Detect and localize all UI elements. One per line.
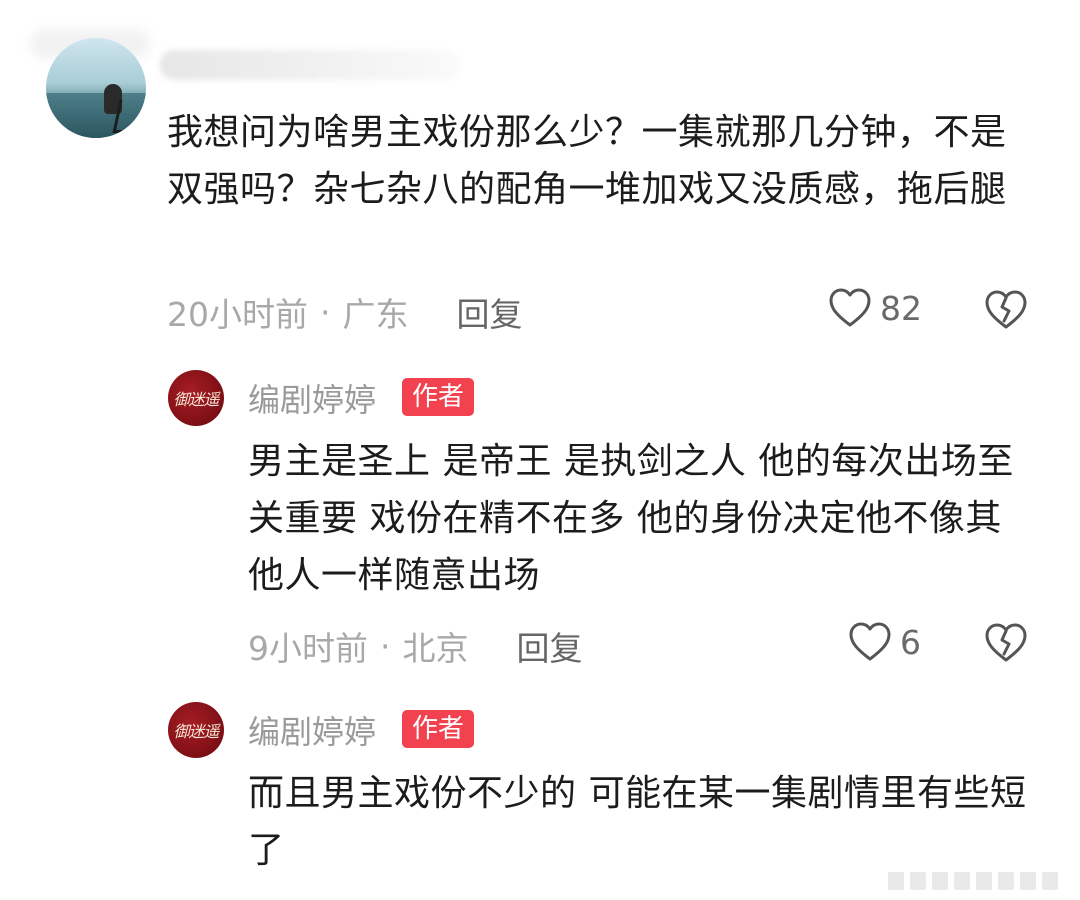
comment-meta: 20小时前 · 广东 回复 bbox=[167, 288, 523, 336]
heart-outline-icon bbox=[849, 622, 891, 661]
reply-text: 男主是圣上 是帝王 是执剑之人 他的每次出场至关重要 戏份在精不在多 他的身份决… bbox=[248, 441, 1014, 596]
author-badge: 作者 bbox=[402, 710, 475, 748]
dislike-button[interactable] bbox=[983, 622, 1029, 668]
dislike-button[interactable] bbox=[983, 289, 1029, 335]
like-button[interactable]: 6 bbox=[848, 621, 921, 663]
author-avatar[interactable]: 御迷遥 bbox=[168, 702, 224, 758]
author-name[interactable]: 编剧婷婷 bbox=[248, 375, 376, 421]
broken-heart-icon bbox=[985, 290, 1027, 329]
avatar-chair bbox=[112, 100, 146, 133]
meta-separator: · bbox=[320, 292, 331, 332]
author-name[interactable]: 编剧婷婷 bbox=[248, 707, 376, 753]
like-count: 82 bbox=[880, 288, 922, 328]
reply-button[interactable]: 回复 bbox=[457, 288, 523, 336]
commenter-avatar[interactable] bbox=[46, 38, 146, 138]
comment-time: 20小时前 bbox=[167, 295, 308, 334]
comment-location: 广东 bbox=[342, 295, 409, 334]
watermark bbox=[888, 872, 1058, 890]
reply-location: 北京 bbox=[402, 629, 469, 668]
like-button[interactable]: 82 bbox=[828, 287, 922, 329]
author-avatar[interactable]: 御迷遥 bbox=[168, 370, 224, 426]
heart-outline-icon bbox=[829, 288, 871, 327]
meta-separator: · bbox=[380, 626, 391, 666]
reply-text: 而且男主戏份不少的 可能在某一集剧情里有些短了 bbox=[248, 773, 1027, 871]
reply-meta: 9小时前 · 北京 回复 bbox=[248, 622, 583, 670]
author-badge: 作者 bbox=[402, 378, 475, 416]
comment-text: 我想问为啥男主戏份那么少？一集就那几分钟，不是双强吗？杂七杂八的配角一堆加戏又没… bbox=[167, 112, 1007, 210]
reply-button[interactable]: 回复 bbox=[517, 622, 583, 670]
reply-time: 9小时前 bbox=[248, 629, 368, 668]
like-count: 6 bbox=[900, 622, 921, 662]
blurred-username bbox=[160, 50, 460, 80]
broken-heart-icon bbox=[985, 623, 1027, 662]
